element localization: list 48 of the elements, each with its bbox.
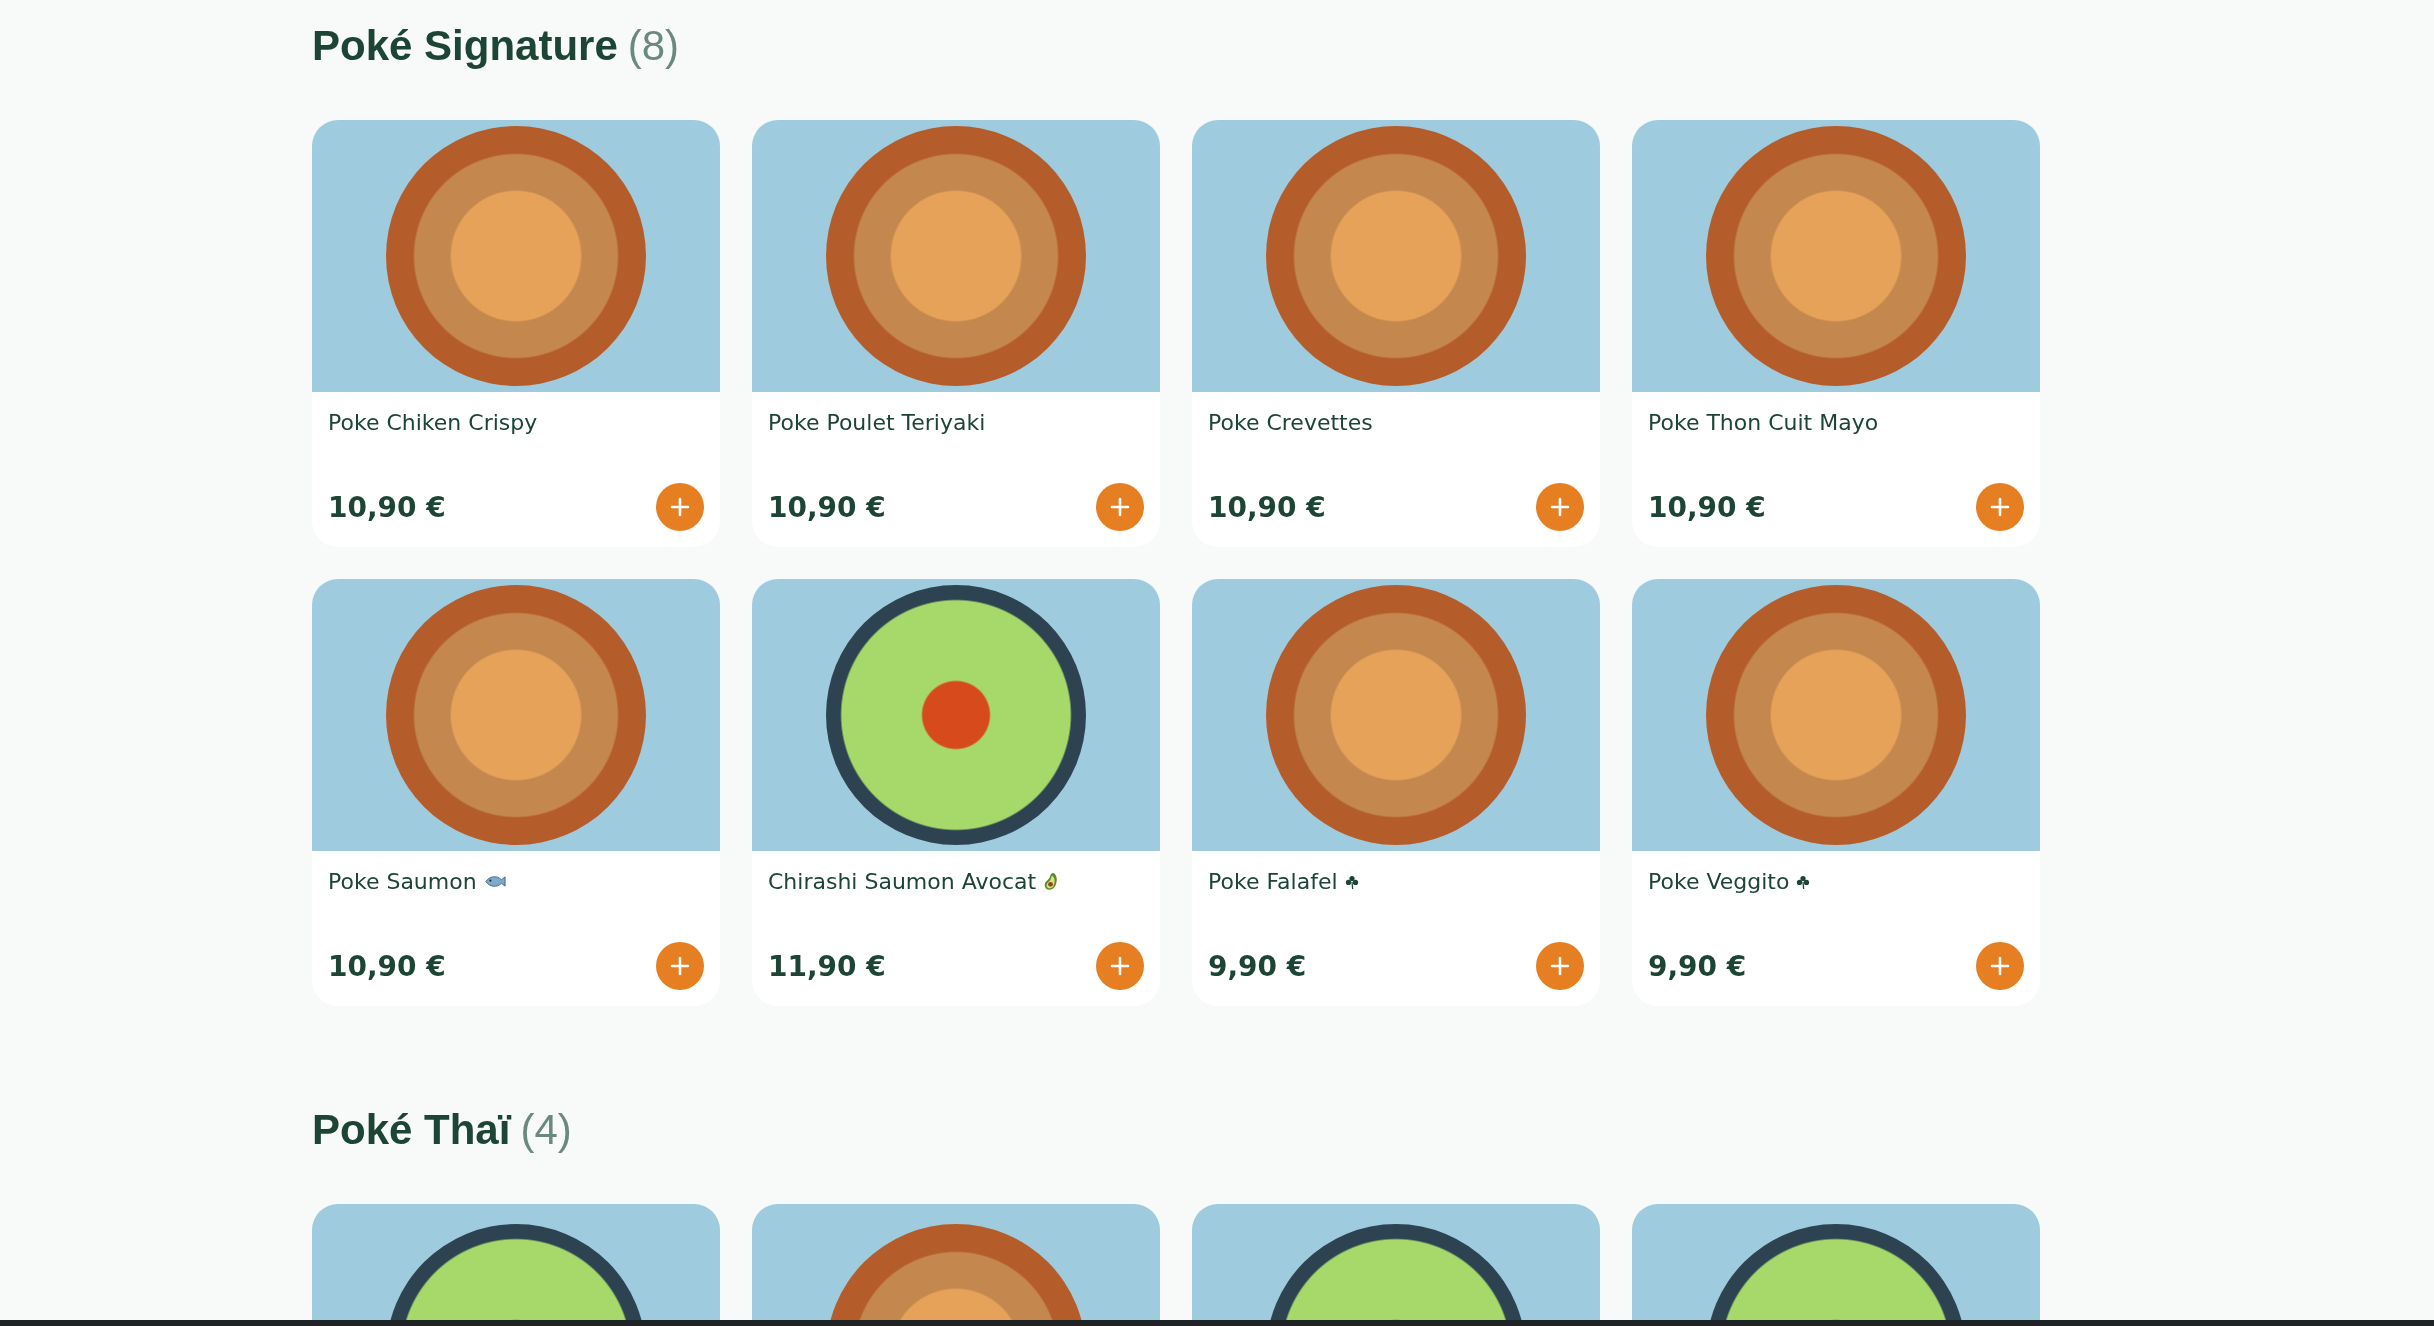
product-card[interactable]: Poke Poulet Teriyaki 10,90 € <box>752 120 1160 547</box>
product-price: 11,90 € <box>768 949 886 983</box>
plus-icon <box>1549 955 1571 977</box>
product-card[interactable]: Poke Thon Cuit Mayo 10,90 € <box>1632 120 2040 547</box>
plus-icon <box>669 955 691 977</box>
product-card[interactable]: Poke Falafel 9,90 € <box>1192 579 1600 1006</box>
product-name: Poke Falafel <box>1208 869 1338 894</box>
item-count: (4) <box>520 1106 572 1154</box>
add-button[interactable] <box>1536 483 1584 531</box>
plus-icon <box>1109 955 1131 977</box>
product-card[interactable]: Chirashi Saumon Avocat 11,90 € <box>752 579 1160 1006</box>
product-price: 10,90 € <box>328 490 446 524</box>
fish-icon <box>483 874 506 889</box>
avocado-icon <box>1043 872 1059 891</box>
plus-icon <box>1109 496 1131 518</box>
product-name: Poke Chiken Crispy <box>328 410 538 435</box>
section-title: Poké Thaï <box>312 1106 511 1154</box>
product-name: Poke Saumon <box>328 869 477 894</box>
add-button[interactable] <box>1096 483 1144 531</box>
product-name: Poke Poulet Teriyaki <box>768 410 986 435</box>
product-price: 10,90 € <box>1208 490 1326 524</box>
section-title: Poké Signature <box>312 22 618 70</box>
plus-icon <box>1989 496 2011 518</box>
item-count: (8) <box>627 22 680 70</box>
add-button[interactable] <box>1536 942 1584 990</box>
add-button[interactable] <box>1976 483 2024 531</box>
add-button[interactable] <box>656 483 704 531</box>
product-price: 9,90 € <box>1208 949 1307 983</box>
product-price: 10,90 € <box>768 490 886 524</box>
product-name: Poke Crevettes <box>1208 410 1373 435</box>
product-card[interactable]: Poke Saumon 10,90 € <box>312 579 720 1006</box>
add-button[interactable] <box>656 942 704 990</box>
product-name: Chirashi Saumon Avocat <box>768 869 1037 894</box>
product-card[interactable]: Poke Chiken Crispy 10,90 € <box>312 120 720 547</box>
product-card[interactable]: Poke Veggito 9,90 € <box>1632 579 2040 1006</box>
product-card[interactable]: Poke Crevettes 10,90 € <box>1192 120 1600 547</box>
plus-icon <box>1989 955 2011 977</box>
product-name: Poke Thon Cuit Mayo <box>1648 410 1879 435</box>
product-price: 9,90 € <box>1648 949 1747 983</box>
add-button[interactable] <box>1976 942 2024 990</box>
product-price: 10,90 € <box>328 949 446 983</box>
plus-icon <box>1549 496 1571 518</box>
shamrock-icon <box>1796 874 1811 889</box>
plus-icon <box>669 496 691 518</box>
product-price: 10,90 € <box>1648 490 1766 524</box>
product-name: Poke Veggito <box>1648 869 1790 894</box>
shamrock-icon <box>1344 874 1359 889</box>
add-button[interactable] <box>1096 942 1144 990</box>
